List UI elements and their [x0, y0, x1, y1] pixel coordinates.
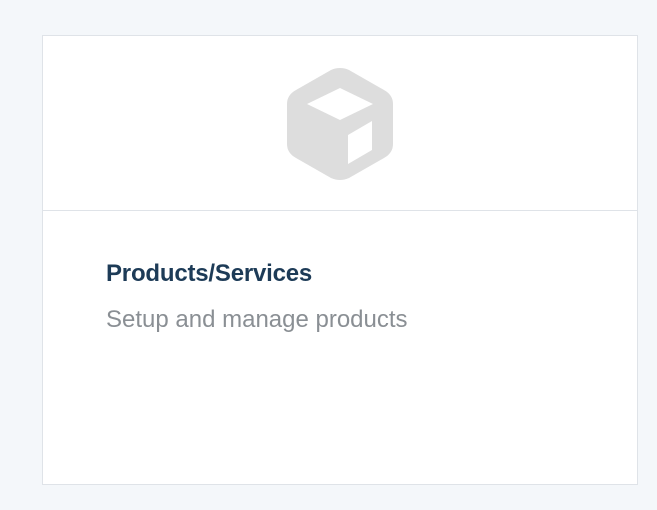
box-icon: [281, 64, 399, 182]
card-description: Setup and manage products: [106, 306, 408, 333]
products-services-card[interactable]: Products/Services Setup and manage produ…: [42, 35, 638, 485]
card-title[interactable]: Products/Services: [106, 259, 637, 289]
card-body: Products/Services Setup and manage produ…: [43, 211, 637, 335]
card-icon-area: [43, 36, 637, 211]
